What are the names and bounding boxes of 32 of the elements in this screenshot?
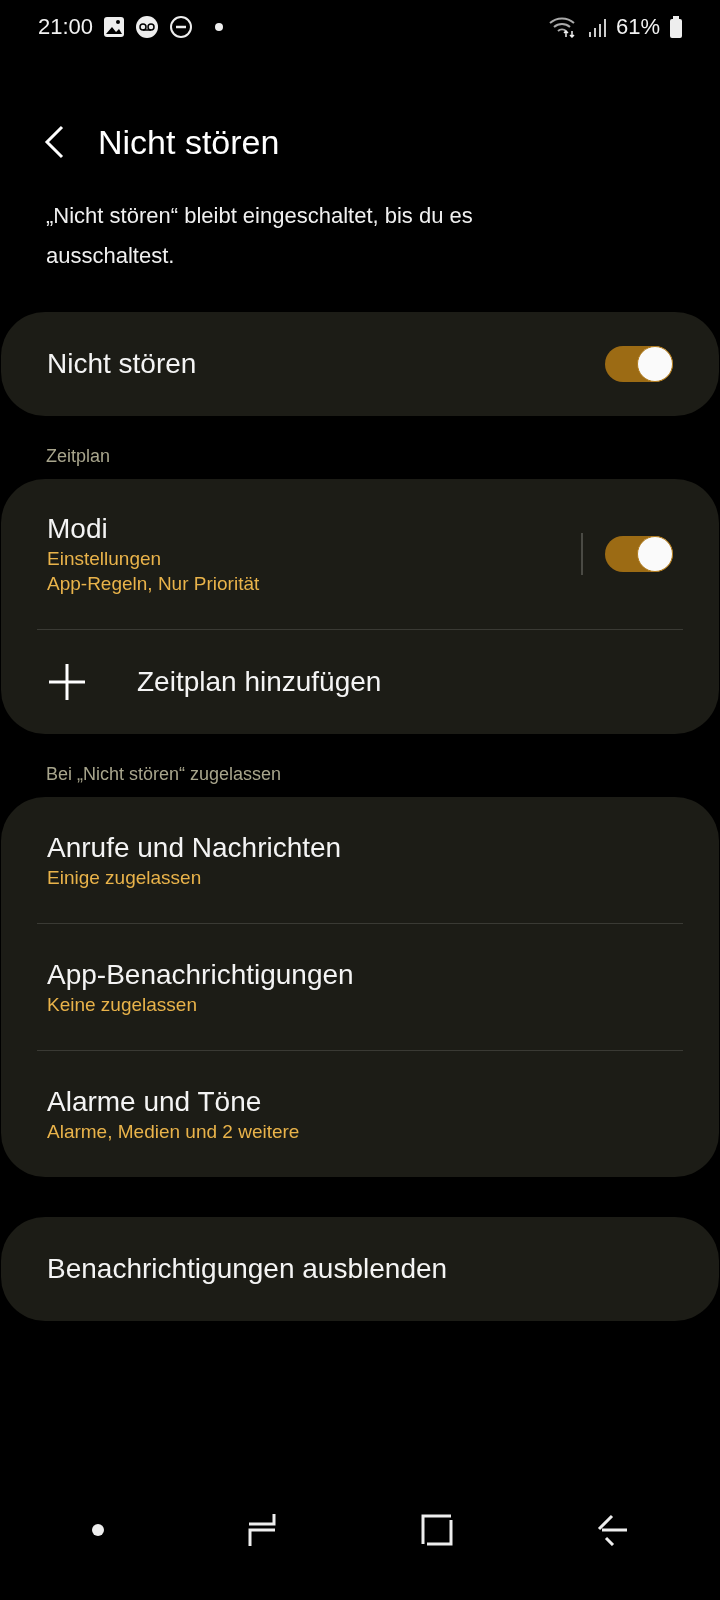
toggle-switch[interactable]	[605, 346, 673, 382]
setting-subtitle: Einstellungen	[47, 548, 163, 570]
do-not-disturb-icon	[169, 15, 194, 39]
page-title: Nicht stören	[98, 122, 280, 162]
wifi-icon	[547, 15, 578, 39]
setting-title: App-Benachrichtigungen	[47, 958, 355, 991]
clock: 21:00	[38, 14, 94, 40]
setting-title: Anrufe und Nachrichten	[47, 831, 343, 864]
voicemail-icon	[135, 15, 160, 39]
dot-icon	[215, 23, 224, 31]
description: „Nicht stören“ bleibt eingeschaltet, bis du es ausschaltest.	[46, 202, 474, 270]
setting-title: Modi	[47, 513, 109, 545]
battery-percentage: 61%	[615, 14, 660, 40]
setting-subtitle: Keine zugelassen	[47, 993, 198, 1016]
section-header: Bei „Nicht stören“ zugelassen	[46, 764, 283, 785]
setting-title: Benachrichtigungen ausblenden	[47, 1253, 449, 1285]
image-icon	[103, 16, 126, 38]
setting-title: Alarme und Töne	[47, 1085, 263, 1118]
back-icon[interactable]	[596, 1514, 629, 1546]
setting-subtitle: Alarme, Medien und 2 weitere	[47, 1120, 301, 1143]
signal-icon	[587, 17, 606, 37]
setting-title: Nicht stören	[47, 348, 198, 380]
toggle-switch[interactable]	[605, 536, 673, 572]
home-icon[interactable]	[420, 1514, 453, 1546]
battery-icon	[670, 16, 682, 38]
add-schedule-button[interactable]: Zeitplan hinzufügen	[137, 666, 382, 698]
plus-icon	[47, 662, 87, 702]
section-header: Zeitplan	[46, 446, 112, 467]
setting-subtitle: Einige zugelassen	[47, 866, 203, 889]
dot-icon	[91, 1524, 104, 1536]
setting-subtitle: App-Regeln, Nur Priorität	[47, 573, 261, 595]
recents-icon[interactable]	[247, 1513, 278, 1547]
